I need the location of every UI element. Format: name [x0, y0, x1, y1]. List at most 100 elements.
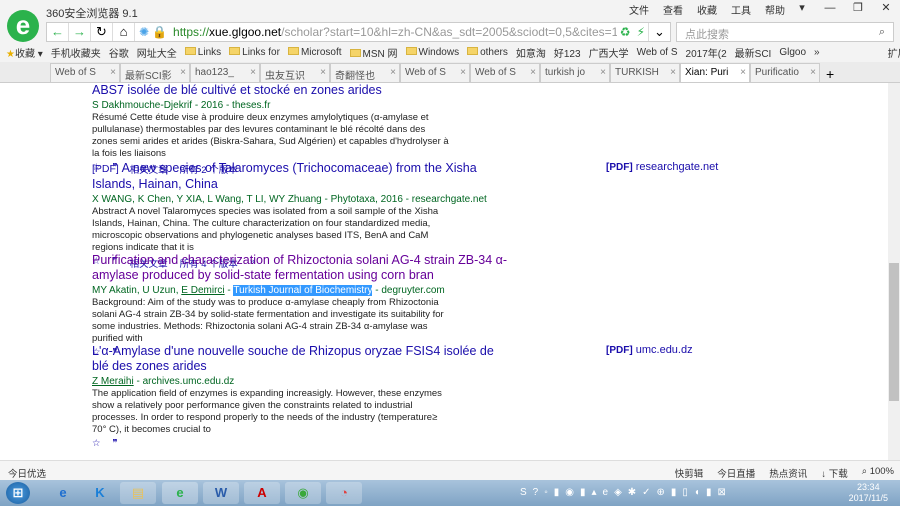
search-input[interactable]: 点此搜索 ⌕: [676, 22, 894, 42]
author-link[interactable]: E Demirci: [181, 285, 224, 296]
start-button[interactable]: ⊞: [6, 482, 30, 504]
menu-view[interactable]: 查看: [663, 2, 683, 17]
tab[interactable]: 奇翻怪也 ×: [330, 63, 400, 82]
search-result: L'α-Amylase d'une nouvelle souche de Rhi…: [92, 344, 512, 449]
tab[interactable]: 最新SCI影 ×: [120, 63, 190, 82]
page-content: ABS7 isolée de blé cultivé et stocké en …: [0, 83, 888, 460]
scrollbar-thumb[interactable]: [889, 263, 899, 401]
bookmark-item[interactable]: 手机收藏夹: [51, 45, 101, 60]
folder-icon: [349, 48, 361, 57]
wifi-app-icon[interactable]: ◉: [285, 482, 321, 504]
bookmark-item[interactable]: 广西大学: [589, 45, 629, 60]
status-quick-clip[interactable]: 快剪辑: [675, 466, 704, 480]
result-snippet: Abstract A novel Talaromyces species was…: [92, 206, 439, 253]
result-authors: X WANG, K Chen, Y XIA, L Wang, T LI, WY …: [92, 194, 487, 205]
clock[interactable]: 23:34 2017/11/5: [849, 482, 888, 504]
bookmark-item[interactable]: 如意淘: [516, 45, 546, 60]
bookmark-folder[interactable]: MSN 网: [349, 45, 398, 60]
explorer-icon[interactable]: ▤: [120, 482, 156, 504]
settings-gear-icon: ✺: [139, 25, 150, 39]
folder-icon: [184, 46, 196, 55]
extensions-button[interactable]: 扩展 ▾: [888, 45, 900, 60]
menu-tools[interactable]: 工具: [731, 2, 751, 17]
system-tray-icons[interactable]: S?◦▮◉▮▴e◈✱✓⊕▮▯◖▮⊠: [520, 487, 732, 498]
bookmark-item[interactable]: 谷歌: [109, 45, 129, 60]
star-icon: ★: [6, 48, 15, 60]
maximize-button[interactable]: ❐: [844, 0, 872, 18]
result-authors: S Dakhmouche-Djekrif - 2016 - theses.fr: [92, 100, 271, 111]
tab[interactable]: Purificatio ×: [750, 63, 820, 82]
pdf-side-link[interactable]: [PDF] umc.edu.dz: [606, 344, 693, 356]
k-app-icon[interactable]: K: [82, 482, 118, 504]
tab[interactable]: TURKISH ×: [610, 63, 680, 82]
folder-icon: [467, 46, 479, 55]
chevron-down-icon[interactable]: ⌄: [648, 23, 670, 41]
search-result: Purification and characterization of Rhi…: [92, 253, 512, 358]
today-picks[interactable]: 今日优选: [8, 466, 46, 480]
tab[interactable]: hao123_ ×: [190, 63, 260, 82]
minimize-button[interactable]: —: [816, 0, 844, 18]
bookmark-folder[interactable]: Windows: [405, 46, 459, 58]
bookmark-item[interactable]: Glgoo: [779, 47, 806, 58]
zoom-level[interactable]: ⌕ 100%: [862, 466, 894, 480]
reload-icon[interactable]: ↻: [91, 23, 113, 41]
bookmark-item[interactable]: 网址大全: [137, 45, 177, 60]
status-news[interactable]: 热点资讯: [769, 466, 807, 480]
browser-logo-icon: e: [7, 10, 39, 42]
result-title[interactable]: Purification and characterization of Rhi…: [92, 253, 512, 283]
result-authors: Z Meraihi - archives.umc.edu.dz: [92, 376, 235, 387]
close-button[interactable]: ✕: [872, 0, 900, 18]
back-arrow-icon[interactable]: ←: [47, 23, 69, 41]
cite-quote-icon[interactable]: ❞: [113, 438, 118, 449]
lock-icon: 🔒: [152, 25, 168, 39]
menu-file[interactable]: 文件: [629, 2, 649, 17]
tencent-icon[interactable]: ◔: [326, 482, 362, 504]
home-icon[interactable]: ⌂: [113, 23, 135, 41]
bookmarks-bar: ★收藏 ▾ 手机收藏夹 谷歌 网址大全 Links Links for Micr…: [0, 43, 900, 61]
search-icon[interactable]: ⌕: [879, 26, 885, 39]
tab[interactable]: Web of S ×: [400, 63, 470, 82]
selected-journal-text: Turkish Journal of Biochemistry: [233, 285, 373, 296]
bookmark-item[interactable]: ★收藏 ▾: [6, 45, 43, 60]
forward-arrow-icon[interactable]: →: [69, 23, 91, 41]
refresh-circle-icon[interactable]: ♻: [617, 25, 634, 39]
bookmark-folder[interactable]: others: [467, 46, 508, 58]
pdf-side-link[interactable]: [PDF] researchgate.net: [606, 161, 718, 173]
folder-icon: [287, 46, 299, 55]
app-title: 360安全浏览器 9.1: [46, 8, 138, 20]
new-tab-button[interactable]: +: [820, 66, 840, 82]
menu-help[interactable]: 帮助: [765, 2, 785, 17]
tab-active[interactable]: Xian: Puri ×: [680, 63, 750, 82]
tab[interactable]: Web of S ×: [50, 63, 120, 82]
bookmark-item[interactable]: 最新SCI: [735, 45, 772, 60]
acrobat-icon[interactable]: A: [244, 482, 280, 504]
lightning-icon[interactable]: ⚡: [634, 25, 648, 39]
result-authors: MY Akatin, U Uzun, E Demirci - Turkish J…: [92, 285, 445, 296]
menu-bar: 文件 查看 收藏 工具 帮助: [629, 2, 785, 17]
status-live[interactable]: 今日直播: [717, 466, 755, 480]
word-icon[interactable]: W: [203, 482, 239, 504]
bookmark-folder[interactable]: Microsoft: [287, 46, 342, 58]
skin-icon[interactable]: ▾: [788, 0, 816, 18]
save-star-icon[interactable]: ☆: [92, 438, 101, 449]
bookmark-item[interactable]: 好123: [554, 45, 581, 60]
menu-favorites[interactable]: 收藏: [697, 2, 717, 17]
ie-icon[interactable]: e: [45, 482, 81, 504]
result-title[interactable]: A new species of Talaromyces (Trichocoma…: [92, 161, 477, 191]
author-link[interactable]: Z Meraihi: [92, 376, 134, 387]
tab[interactable]: turkish jo ×: [540, 63, 610, 82]
bookmark-folder[interactable]: Links: [184, 46, 221, 58]
360-browser-icon[interactable]: e: [162, 482, 198, 504]
url-input[interactable]: https://xue.glgoo.net/scholar?start=10&h…: [167, 25, 617, 39]
status-download[interactable]: ↓ 下载: [821, 466, 847, 480]
tab-strip: Web of S × 最新SCI影 × hao123_ × 虫友互识 × 奇翻怪也 × W…: [0, 62, 900, 83]
scrollbar[interactable]: [888, 83, 900, 460]
bookmark-folder[interactable]: Links for: [229, 46, 280, 58]
more-bookmarks-icon[interactable]: »: [814, 47, 820, 58]
result-title[interactable]: ABS7 isolée de blé cultivé et stocké en …: [92, 83, 512, 98]
tab[interactable]: 虫友互识 ×: [260, 63, 330, 82]
result-title[interactable]: L'α-Amylase d'une nouvelle souche de Rhi…: [92, 344, 512, 374]
bookmark-item[interactable]: Web of S: [637, 47, 678, 58]
bookmark-item[interactable]: 2017年(2: [686, 45, 727, 60]
tab[interactable]: Web of S ×: [470, 63, 540, 82]
